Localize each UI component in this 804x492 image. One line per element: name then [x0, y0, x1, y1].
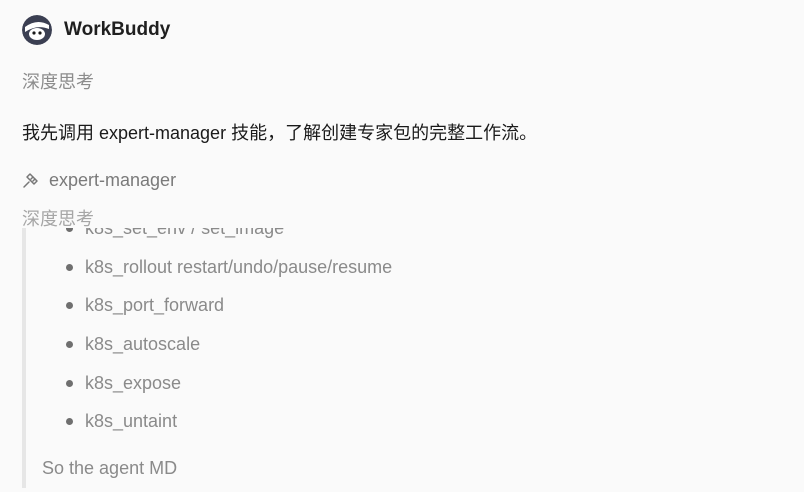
thinking-content-panel[interactable]: k8s_set_env / set_image k8s_rollout rest… — [22, 228, 722, 492]
thinking-trailing-text: So the agent MD — [42, 458, 178, 478]
list-item-text: k8s_untaint — [85, 411, 178, 432]
list-item-text: k8s_autoscale — [85, 334, 201, 355]
list-item-text: k8s_set_env / set_image — [85, 228, 285, 238]
assistant-name: WorkBuddy — [64, 19, 171, 40]
list-item-text: k8s_expose — [85, 372, 182, 393]
bullet-icon — [66, 379, 73, 387]
workbuddy-avatar-icon — [22, 15, 52, 45]
list-item: k8s_expose — [66, 371, 392, 410]
skill-tool-icon — [22, 171, 40, 189]
skill-name: expert-manager — [49, 169, 177, 190]
assistant-header: WorkBuddy — [22, 14, 170, 46]
list-item: k8s_rollout restart/undo/pause/resume — [66, 255, 392, 294]
bullet-icon — [66, 341, 73, 349]
list-item-text: k8s_port_forward — [85, 295, 225, 316]
bullet-icon — [66, 263, 73, 271]
list-item: k8s_untaint — [66, 409, 392, 448]
deep-thinking-toggle[interactable]: 深度思考 — [22, 68, 94, 94]
list-item-text: k8s_rollout restart/undo/pause/resume — [85, 256, 393, 277]
chat-transcript: WorkBuddy 深度思考 我先调用 expert-manager 技能，了解… — [0, 0, 804, 492]
thinking-bullet-list: k8s_set_env / set_image k8s_rollout rest… — [66, 228, 392, 448]
list-item: k8s_autoscale — [66, 332, 392, 371]
skill-call[interactable]: expert-manager — [22, 168, 176, 192]
list-item: k8s_set_env / set_image — [66, 228, 392, 255]
assistant-message: 我先调用 expert-manager 技能，了解创建专家包的完整工作流。 — [22, 123, 538, 143]
thinking-quote-bar — [22, 228, 26, 488]
bullet-icon — [66, 302, 73, 310]
list-item: k8s_port_forward — [66, 293, 392, 332]
deep-thinking-toggle-2[interactable]: 深度思考 — [22, 205, 94, 231]
bullet-icon — [66, 418, 73, 426]
